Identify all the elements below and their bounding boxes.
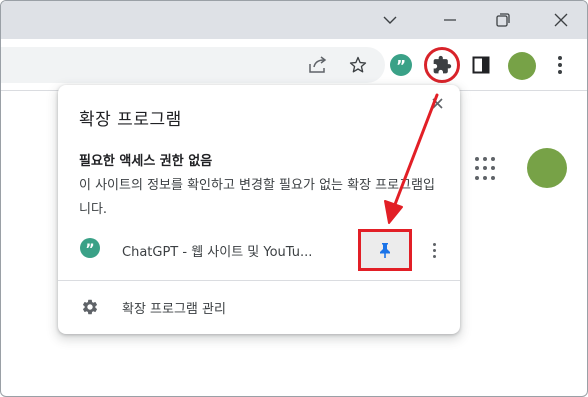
close-icon xyxy=(554,13,568,27)
extensions-button[interactable] xyxy=(429,52,455,78)
popup-title: 확장 프로그램 xyxy=(79,110,182,130)
bookmark-button[interactable] xyxy=(345,52,371,78)
restore-button[interactable] xyxy=(478,1,528,39)
chrome-menu-button[interactable] xyxy=(547,52,573,78)
manage-extensions-label: 확장 프로그램 관리 xyxy=(122,302,226,317)
manage-extensions-item[interactable]: 확장 프로그램 관리 xyxy=(58,289,460,325)
chatgpt-extension-icon: ” xyxy=(390,54,412,76)
section-description: 이 사이트의 정보를 확인하고 변경할 필요가 없는 확장 프로그램입니다. xyxy=(79,178,435,217)
close-icon xyxy=(431,97,443,109)
title-bar xyxy=(1,1,587,39)
google-apps-icon[interactable] xyxy=(475,157,499,181)
extensions-popup: 확장 프로그램 필요한 액세스 권한 없음 이 사이트의 정보를 확인하고 변경… xyxy=(58,85,460,334)
close-window-button[interactable] xyxy=(536,1,586,39)
popup-divider xyxy=(58,280,460,281)
minimize-button[interactable] xyxy=(425,1,475,39)
profile-avatar[interactable] xyxy=(508,52,536,80)
share-button[interactable] xyxy=(305,52,331,78)
section-title: 필요한 액세스 권한 없음 xyxy=(79,154,213,169)
browser-window: ” 확장 프로그램 필요한 액세스 권한 없음 이 사이트의 정보를 확인하고 … xyxy=(0,0,588,397)
side-panel-button[interactable] xyxy=(468,52,494,78)
chevron-down-icon xyxy=(383,16,397,24)
pin-extension-button[interactable] xyxy=(358,229,412,271)
chatgpt-extension-button[interactable]: ” xyxy=(388,52,414,78)
toolbar: ” xyxy=(1,39,587,91)
chatgpt-logo-icon: ” xyxy=(80,238,100,258)
extension-more-options-icon[interactable] xyxy=(426,239,442,261)
extensions-puzzle-icon xyxy=(433,55,452,74)
svg-text:”: ” xyxy=(396,57,406,75)
page-account-avatar[interactable] xyxy=(527,148,567,188)
tab-search-button[interactable] xyxy=(365,1,415,39)
restore-icon xyxy=(496,13,510,27)
popup-close-button[interactable] xyxy=(427,93,447,113)
bookmark-star-icon xyxy=(349,56,367,73)
gear-icon xyxy=(80,297,100,317)
side-panel-icon xyxy=(472,56,490,74)
menu-kebab-icon xyxy=(558,56,562,74)
svg-text:”: ” xyxy=(85,242,94,258)
pin-icon xyxy=(380,242,390,258)
share-icon xyxy=(309,56,327,73)
extension-row-chatgpt[interactable]: ” ChatGPT - 웹 사이트 및 YouTu... xyxy=(58,229,460,273)
minimize-icon xyxy=(444,19,456,21)
extension-name[interactable]: ChatGPT - 웹 사이트 및 YouTu... xyxy=(122,241,342,260)
